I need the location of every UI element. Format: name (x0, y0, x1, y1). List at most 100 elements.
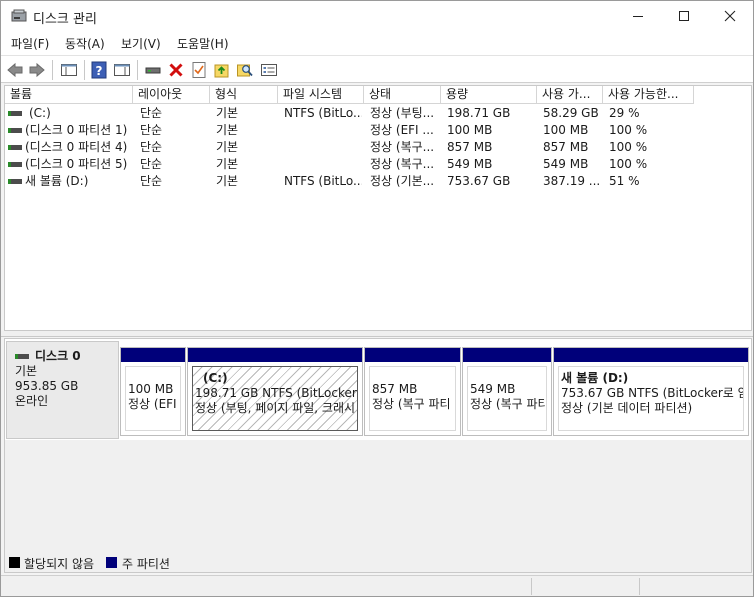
primary-partition-bar (121, 348, 185, 362)
forward-button[interactable] (26, 59, 48, 81)
menu-file[interactable]: 파일(F) (11, 35, 49, 52)
volume-capacity: 857 MB (447, 140, 493, 154)
partition-c[interactable]: (C:) 198.71 GB NTFS (BitLocker로 정상 (부팅, … (187, 347, 363, 436)
column-header-percent-free[interactable]: 사용 가능한... (603, 86, 694, 104)
search-folder-icon (237, 64, 253, 77)
settings-list-icon (261, 64, 277, 76)
volume-drive-icon (8, 179, 22, 184)
primary-partition-bar (365, 348, 460, 362)
legend-swatch-primary (106, 557, 117, 568)
partition-d[interactable]: 새 볼륨 (D:) 753.67 GB NTFS (BitLocker로 암호 … (553, 347, 749, 436)
volume-filesystem: NTFS (BitLo... (284, 174, 362, 188)
column-header-capacity[interactable]: 용량 (441, 86, 537, 104)
volume-name: (C:) (29, 106, 51, 120)
volume-row[interactable]: 새 볼륨 (D:) 단순 기본 NTFS (BitLo... 정상 (기본...… (5, 173, 751, 190)
volume-row[interactable]: (디스크 0 파티션 1) 단순 기본 정상 (EFI ... 100 MB 1… (5, 122, 751, 139)
legend-swatch-unallocated (9, 557, 20, 568)
console-tree-icon (61, 64, 77, 76)
properties-button[interactable] (188, 59, 210, 81)
volume-layout: 단순 (140, 106, 163, 120)
close-icon (724, 10, 736, 22)
column-header-free-space[interactable]: 사용 가... (537, 86, 603, 104)
volume-status: 정상 (EFI ... (370, 123, 434, 137)
properties-checklist-icon (192, 62, 206, 78)
partition-status: 정상 (복구 파티 (470, 397, 547, 411)
volume-percent-free: 29 % (609, 106, 640, 120)
partition-title: 새 볼륨 (D:) (561, 371, 629, 385)
column-header-filesystem[interactable]: 파일 시스템 (278, 86, 364, 104)
search-button[interactable] (234, 59, 256, 81)
volume-drive-icon (8, 128, 22, 133)
partition-size: 549 MB (470, 382, 516, 396)
disk-graphical-view: 디스크 0 기본 953.85 GB 온라인 100 MB 정상 (EFI (C… (4, 338, 752, 573)
volume-name: (디스크 0 파티션 5) (25, 157, 128, 171)
volume-row[interactable]: (디스크 0 파티션 4) 단순 기본 정상 (복구... 857 MB 857… (5, 139, 751, 156)
column-header-status[interactable]: 상태 (364, 86, 441, 104)
partition-body: 100 MB 정상 (EFI (125, 366, 181, 431)
partition-efi[interactable]: 100 MB 정상 (EFI (120, 347, 186, 436)
settings-list-button[interactable] (258, 59, 280, 81)
partition-body: (C:) 198.71 GB NTFS (BitLocker로 정상 (부팅, … (192, 366, 358, 431)
pane-splitter[interactable] (1, 331, 753, 337)
volume-drive-icon (8, 145, 22, 150)
toolbar-separator (84, 60, 85, 80)
volume-capacity: 753.67 GB (447, 174, 511, 188)
partition-status: 정상 (기본 데이터 파티션) (561, 401, 693, 415)
disk-type: 기본 (15, 364, 38, 378)
disk-name: 디스크 0 (35, 349, 81, 363)
volume-type: 기본 (216, 157, 239, 171)
connect-drive-button[interactable] (142, 59, 164, 81)
back-button[interactable] (4, 59, 26, 81)
volume-name: (디스크 0 파티션 1) (25, 123, 128, 137)
show-hide-console-tree-button[interactable] (58, 59, 80, 81)
legend-label-unallocated: 할당되지 않음 (24, 557, 95, 571)
column-header-type[interactable]: 형식 (210, 86, 278, 104)
volume-free-space: 549 MB (543, 157, 589, 171)
menu-view[interactable]: 보기(V) (121, 35, 161, 52)
help-icon: ? (91, 61, 107, 79)
disk-management-icon (11, 9, 27, 22)
volume-free-space: 58.29 GB (543, 106, 599, 120)
volume-filesystem (284, 156, 362, 173)
help-button[interactable]: ? (88, 59, 110, 81)
partition-title: (C:) (203, 371, 228, 385)
up-level-button[interactable] (211, 59, 233, 81)
forward-arrow-icon (29, 62, 45, 78)
partition-recovery-5[interactable]: 549 MB 정상 (복구 파티 (462, 347, 552, 436)
volume-percent-free: 100 % (609, 157, 648, 171)
action-pane-icon (114, 64, 130, 76)
volume-drive-icon (8, 162, 22, 167)
toolbar-separator (52, 60, 53, 80)
window-title: 디스크 관리 (33, 12, 97, 27)
status-bar-separator (639, 578, 640, 595)
volume-status: 정상 (부팅... (370, 106, 435, 120)
column-header-volume[interactable]: 볼륨 (5, 86, 133, 104)
menu-action[interactable]: 동작(A) (65, 35, 105, 52)
disk-name-line: 디스크 0 (15, 349, 118, 364)
delete-x-icon (169, 63, 183, 77)
primary-partition-bar (463, 348, 551, 362)
show-action-pane-button[interactable] (111, 59, 133, 81)
partition-recovery-4[interactable]: 857 MB 정상 (복구 파티 (364, 347, 461, 436)
volume-free-space: 100 MB (543, 123, 589, 137)
status-bar (1, 575, 753, 596)
volume-drive-icon (8, 111, 22, 116)
partition-size: 753.67 GB NTFS (BitLocker로 암호 (561, 386, 744, 400)
volume-row[interactable]: (디스크 0 파티션 5) 단순 기본 정상 (복구... 549 MB 549… (5, 156, 751, 173)
partition-status: 정상 (부팅, 페이지 파일, 크래시 (195, 401, 356, 415)
minimize-button[interactable] (615, 1, 661, 31)
volume-filesystem: NTFS (BitLo... (284, 106, 362, 120)
partition-size: 198.71 GB NTFS (BitLocker로 (195, 386, 358, 400)
disk-size: 953.85 GB (15, 379, 79, 393)
volume-list: 볼륨 레이아웃 형식 파일 시스템 상태 용량 사용 가... 사용 가능한..… (4, 85, 752, 331)
menu-help[interactable]: 도움말(H) (177, 35, 229, 52)
volume-row[interactable]: (C:) 단순 기본 NTFS (BitLo... 정상 (부팅... 198.… (5, 105, 751, 122)
delete-button[interactable] (165, 59, 187, 81)
column-header-layout[interactable]: 레이아웃 (133, 86, 210, 104)
close-button[interactable] (707, 1, 753, 31)
volume-free-space: 857 MB (543, 140, 589, 154)
disk-state: 온라인 (15, 394, 49, 408)
maximize-button[interactable] (661, 1, 707, 31)
volume-layout: 단순 (140, 123, 163, 137)
disk-0-label[interactable]: 디스크 0 기본 953.85 GB 온라인 (6, 341, 119, 439)
